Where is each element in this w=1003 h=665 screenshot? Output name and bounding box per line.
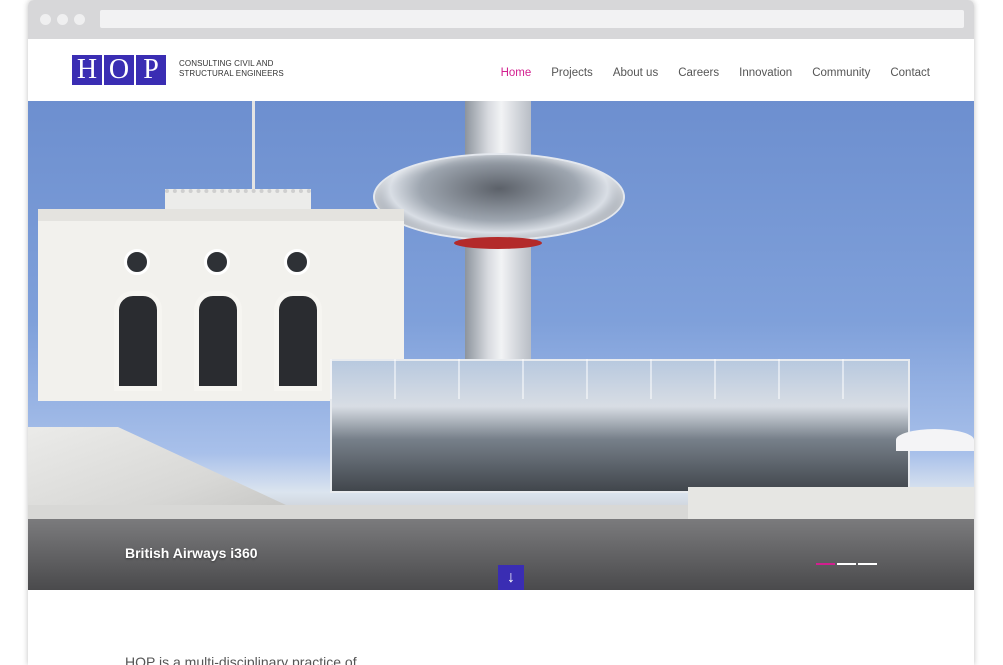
site-header: H O P CONSULTING CIVIL AND STRUCTURAL EN… bbox=[28, 39, 974, 101]
hero-slider: British Airways i360 ↓ bbox=[28, 101, 974, 590]
slider-pagination bbox=[816, 563, 877, 565]
window-maximize-dot[interactable] bbox=[74, 14, 85, 25]
slider-dot-1[interactable] bbox=[816, 563, 835, 565]
arched-window bbox=[114, 291, 162, 391]
i360-tower bbox=[465, 101, 531, 401]
tagline-line-1: CONSULTING CIVIL AND bbox=[179, 59, 274, 68]
parasol bbox=[896, 429, 974, 451]
logo-letter-h: H bbox=[72, 55, 102, 85]
nav-projects[interactable]: Projects bbox=[551, 67, 593, 79]
hop-logo[interactable]: H O P bbox=[72, 55, 168, 85]
browser-window: H O P CONSULTING CIVIL AND STRUCTURAL EN… bbox=[28, 0, 974, 665]
porthole-window bbox=[284, 249, 310, 275]
main-nav: Home Projects About us Careers Innovatio… bbox=[501, 67, 930, 79]
flag-mast bbox=[252, 101, 255, 196]
logo-letter-p: P bbox=[136, 55, 166, 85]
slide-caption[interactable]: British Airways i360 bbox=[125, 545, 258, 561]
nav-community[interactable]: Community bbox=[812, 67, 870, 79]
browser-chrome bbox=[28, 0, 974, 39]
roof-deck-railing bbox=[330, 359, 906, 399]
slider-dot-2[interactable] bbox=[837, 563, 856, 565]
arched-window bbox=[274, 291, 322, 391]
pod-ring bbox=[454, 237, 542, 249]
porthole-window bbox=[124, 249, 150, 275]
arched-window bbox=[194, 291, 242, 391]
nav-innovation[interactable]: Innovation bbox=[739, 67, 792, 79]
nav-careers[interactable]: Careers bbox=[678, 67, 719, 79]
scroll-down-button[interactable]: ↓ bbox=[498, 565, 524, 590]
window-minimize-dot[interactable] bbox=[57, 14, 68, 25]
nav-contact[interactable]: Contact bbox=[890, 67, 930, 79]
brand-tagline: CONSULTING CIVIL AND STRUCTURAL ENGINEER… bbox=[179, 59, 289, 79]
address-bar[interactable] bbox=[100, 10, 964, 28]
arrow-down-icon: ↓ bbox=[507, 569, 515, 586]
intro-text: HOP is a multi-disciplinary practice of bbox=[125, 654, 357, 665]
slider-dot-3[interactable] bbox=[858, 563, 877, 565]
logo-letter-o: O bbox=[104, 55, 134, 85]
i360-viewing-pod bbox=[373, 153, 625, 241]
tagline-line-2: STRUCTURAL ENGINEERS bbox=[179, 69, 284, 78]
nav-about-us[interactable]: About us bbox=[613, 67, 658, 79]
beach-barrier bbox=[688, 487, 974, 519]
nav-home[interactable]: Home bbox=[501, 67, 532, 79]
window-close-dot[interactable] bbox=[40, 14, 51, 25]
porthole-window bbox=[204, 249, 230, 275]
